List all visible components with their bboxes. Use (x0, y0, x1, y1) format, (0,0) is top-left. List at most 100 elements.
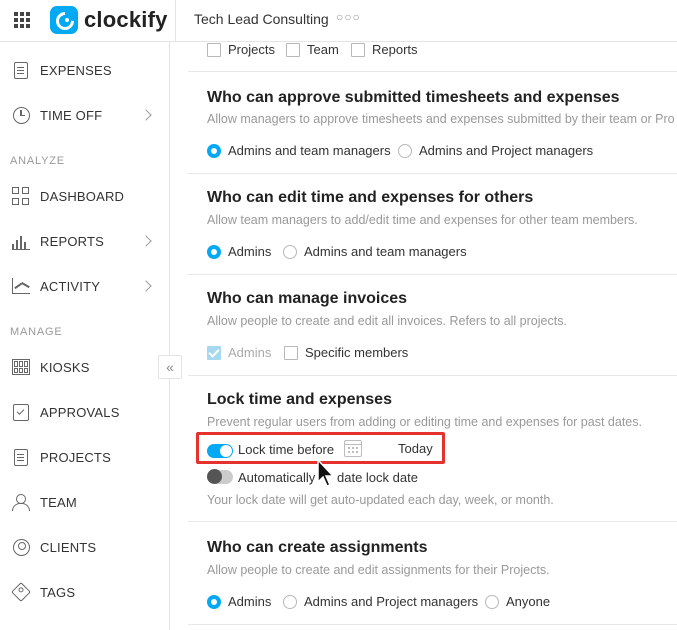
projects-icon (11, 447, 31, 467)
divider (188, 375, 677, 376)
workspace-more-icon[interactable]: ○○○ (336, 10, 361, 24)
sidebar-item-reports[interactable]: REPORTS (0, 221, 170, 261)
workspace-name[interactable]: Tech Lead Consulting (194, 11, 329, 27)
app-grid-icon[interactable] (14, 12, 30, 28)
sidebar-item-dashboard[interactable]: DASHBOARD (0, 176, 170, 216)
sidebar-item-clients[interactable]: CLIENTS (0, 527, 170, 567)
sidebar-item-label: KIOSKS (40, 359, 90, 375)
sidebar-item-tags[interactable]: TAGS (0, 572, 170, 612)
sidebar-item-projects[interactable]: PROJECTS (0, 437, 170, 477)
section-title-edit-others: Who can edit time and expenses for other… (207, 189, 534, 206)
section-desc-assignments: Allow people to create and edit assignme… (207, 563, 550, 577)
radio-icon (398, 143, 412, 158)
sidebar-item-label: EXPENSES (40, 62, 112, 78)
chevron-right-icon (140, 280, 152, 292)
radio-assign-admins-project-managers[interactable]: Admins and Project managers (283, 594, 478, 609)
section-title-invoices: Who can manage invoices (207, 290, 408, 307)
divider (188, 71, 677, 72)
clockify-logo[interactable]: clockify (50, 5, 168, 35)
radio-approve-admins-project-managers[interactable]: Admins and Project managers (398, 143, 593, 158)
checkbox-icon (351, 42, 365, 57)
auto-update-label-end: date lock date (337, 470, 418, 485)
checkbox-icon (284, 345, 298, 360)
topbar-divider (175, 0, 176, 42)
radio-icon (283, 244, 297, 259)
section-label-manage: MANAGE (10, 326, 63, 338)
section-desc-approve: Allow managers to approve timesheets and… (207, 112, 675, 126)
sidebar-item-activity[interactable]: ACTIVITY (0, 266, 170, 306)
dashboard-icon (11, 186, 31, 206)
radio-icon (485, 594, 499, 609)
expenses-icon (11, 60, 31, 80)
sidebar-item-label: APPROVALS (40, 404, 120, 420)
sidebar-item-team[interactable]: TEAM (0, 482, 170, 522)
radio-label: Admins and team managers (228, 143, 391, 158)
radio-icon (207, 594, 221, 609)
checkbox-label: Reports (372, 42, 418, 57)
sidebar-item-expenses[interactable]: EXPENSES (0, 50, 170, 90)
section-label-analyze: ANALYZE (10, 155, 65, 167)
radio-label: Admins (228, 594, 272, 609)
sidebar-item-label: ACTIVITY (40, 278, 101, 294)
checkbox-label: Specific members (305, 345, 409, 360)
radio-assign-admins[interactable]: Admins (207, 594, 271, 609)
auto-update-hint: Your lock date will get auto-updated eac… (207, 493, 554, 507)
sidebar-item-label: REPORTS (40, 233, 105, 249)
sidebar: EXPENSES TIME OFF ANALYZE DASHBOARD REPO… (0, 42, 170, 630)
sidebar-item-time-off[interactable]: TIME OFF (0, 95, 170, 135)
checkbox-projects[interactable]: Projects (207, 42, 275, 57)
approvals-icon (11, 402, 31, 422)
checkbox-icon (207, 42, 221, 57)
divider (188, 274, 677, 275)
checkbox-icon (286, 42, 300, 57)
radio-edit-admins-team-managers[interactable]: Admins and team managers (283, 244, 467, 259)
radio-label: Admins and Project managers (304, 594, 479, 609)
reports-icon (11, 231, 31, 251)
checkbox-icon (207, 345, 221, 360)
section-title-lock: Lock time and expenses (207, 391, 392, 408)
chevron-right-icon (140, 235, 152, 247)
radio-label: Admins and team managers (304, 244, 467, 259)
checkbox-invoices-admins: Admins (207, 345, 271, 360)
radio-icon (207, 143, 221, 158)
radio-icon (207, 244, 221, 259)
team-icon (11, 492, 31, 512)
chevron-right-icon (140, 109, 152, 121)
checkbox-team[interactable]: Team (286, 42, 339, 57)
checkbox-invoices-specific-members[interactable]: Specific members (284, 345, 408, 360)
section-desc-lock: Prevent regular users from adding or edi… (207, 415, 642, 429)
sidebar-item-label: PROJECTS (40, 449, 111, 465)
top-bar: clockify Tech Lead Consulting ○○○ (0, 0, 677, 42)
divider (188, 521, 677, 522)
clients-icon (11, 537, 31, 557)
checkbox-label: Team (307, 42, 339, 57)
checkbox-label: Projects (228, 42, 275, 57)
section-title-approve: Who can approve submitted timesheets and… (207, 89, 620, 106)
divider (188, 173, 677, 174)
radio-label: Admins and Project managers (419, 143, 594, 158)
sidebar-item-approvals[interactable]: APPROVALS (0, 392, 170, 432)
mouse-cursor-icon (317, 458, 335, 487)
section-desc-invoices: Allow people to create and edit all invo… (207, 314, 567, 328)
radio-assign-anyone[interactable]: Anyone (485, 594, 550, 609)
kiosk-icon (11, 357, 31, 377)
sidebar-item-label: TAGS (40, 584, 76, 600)
radio-approve-admins-team-managers[interactable]: Admins and team managers (207, 143, 391, 158)
checkbox-label: Admins (228, 345, 272, 360)
checkbox-reports[interactable]: Reports (351, 42, 418, 57)
sidebar-item-kiosks[interactable]: KIOSKS (0, 347, 170, 387)
tags-icon (11, 582, 31, 602)
auto-update-toggle[interactable] (207, 469, 233, 484)
radio-icon (283, 594, 297, 609)
logo-text: clockify (84, 7, 168, 32)
radio-label: Anyone (506, 594, 551, 609)
clockify-logo-icon (50, 6, 78, 34)
collapse-sidebar-button[interactable]: « (158, 355, 182, 379)
sidebar-item-label: TEAM (40, 494, 77, 510)
section-title-assignments: Who can create assignments (207, 539, 428, 556)
radio-label: Admins (228, 244, 272, 259)
activity-icon (11, 276, 31, 296)
radio-edit-admins[interactable]: Admins (207, 244, 271, 259)
settings-panel: Projects Team Reports Who can approve su… (188, 42, 677, 630)
section-desc-edit-others: Allow team managers to add/edit time and… (207, 213, 638, 227)
